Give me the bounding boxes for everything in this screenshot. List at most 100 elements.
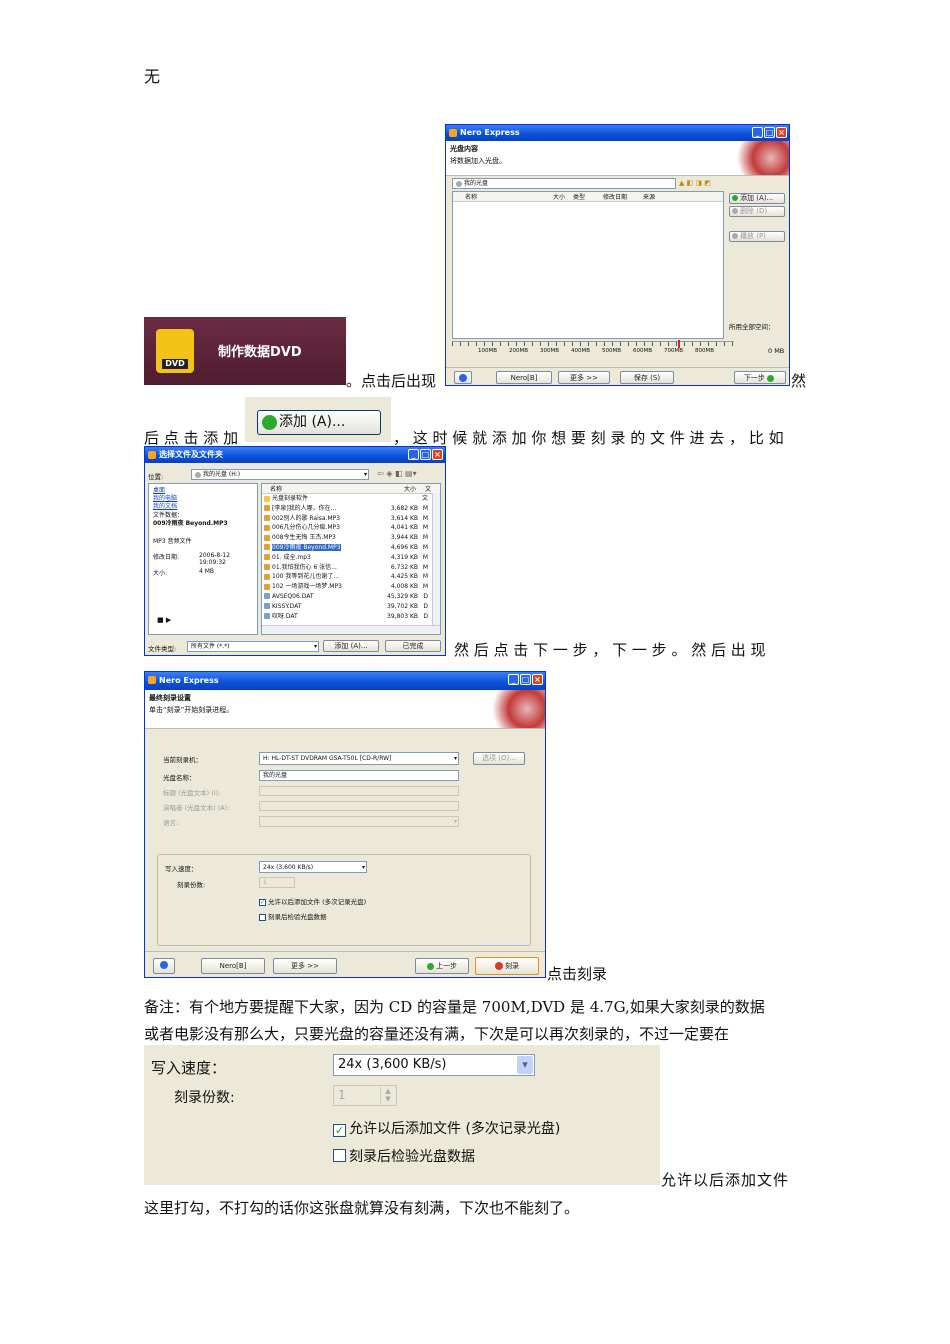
add-button-zoom[interactable]: 添加 (A)... [257,410,381,435]
dialog-add-button[interactable]: 添加 (A)... [323,640,379,652]
list-item[interactable]: 009冷雨夜 Beyond.MP3 4,696 KB M [264,543,430,553]
modified-date: 2006-8-12 [199,552,231,559]
copies-stepper[interactable]: 1 [259,877,295,888]
audio-file-icon [264,505,270,512]
h-scrollbar[interactable] [262,625,440,634]
play-controls[interactable]: ■ ▶ [157,616,171,624]
list-item[interactable]: 100 我等到花儿也谢了... 4,425 KB M [264,572,430,582]
list-item[interactable]: 002别人的歌 Raisa.MP3 3,614 KB M [264,514,430,524]
more-button[interactable]: 更多 >> [273,958,337,974]
maximize-button[interactable]: □ [520,674,531,685]
make-data-dvd-banner[interactable]: DVD 制作数据DVD [144,317,346,385]
col-size[interactable]: 大小 [404,484,416,493]
more-button[interactable]: 更多 >> [558,371,610,384]
file-type: D [423,592,428,600]
col-name[interactable]: 名称 [465,192,477,201]
file-name: 006几分伤心几分痴.MP3 [272,524,340,532]
col-modified[interactable]: 修改日期 [603,192,627,201]
disc-name-input[interactable]: 我的光盘 [259,770,459,781]
next-button[interactable]: 下一步 [734,371,786,384]
nero-button[interactable]: Nero[B] [201,958,265,974]
list-item[interactable]: 叹呀.DAT 39,803 KB D [264,612,430,622]
col-source[interactable]: 来源 [643,192,655,201]
dialog-done-button[interactable]: 已完成 [385,640,441,652]
file-size: 3,944 KB [390,534,418,542]
filetype-combo[interactable]: 所有文件 (*.*) ▾ [187,641,319,652]
allow-add-later-checkbox[interactable]: ✓ 允许以后添加文件 (多次记录光盘) [259,896,366,906]
options-button[interactable]: 选项 (O)... [473,752,525,765]
verify-after-burn-checkbox[interactable]: 刻录后检验光盘数据 [259,911,327,921]
list-item[interactable]: 102 一场游戏一场梦.MP3 4,008 KB M [264,582,430,592]
zoom-copies-stepper[interactable]: 1 ▲ ▼ [333,1085,397,1106]
help-button[interactable] [454,371,472,384]
title-input[interactable] [259,786,459,796]
disc-toolbar-icons[interactable]: ▲ ◧ ◨ ◩ [679,179,711,187]
close-button[interactable]: × [532,674,543,685]
language-label: 语言: [163,819,179,827]
list-item[interactable]: 006几分伤心几分痴.MP3 4,041 KB M [264,523,430,533]
zoom-verify-checkbox[interactable]: 刻录后检验光盘数据 [333,1146,475,1166]
write-speed-combo[interactable]: 24x (3,600 KB/s) ▾ [259,861,367,873]
artist-input[interactable] [259,801,459,811]
recorder-combo[interactable]: H: HL-DT-ST DVDRAM GSA-T50L [CD-R/RW] ▾ [259,752,459,765]
link-my-computer[interactable]: 我的电脑 [153,495,177,503]
list-item[interactable]: [李泉]我的人哪，你在... 3,682 KB M [264,504,430,514]
list-item[interactable]: 008今生无悔 王杰.MP3 3,944 KB M [264,533,430,543]
filetype-label: 文件类型: [148,645,177,653]
file-list[interactable]: 名称 大小 类型 修改日期 来源 [452,191,724,339]
play-button[interactable]: 播放 (P) [729,231,785,242]
video-file-icon [264,603,270,610]
file-list[interactable]: 名称 大小 文 光盘刻录软件文 [李泉]我的人哪，你在... 3,682 KB M 00… [261,483,441,635]
add-icon [732,195,738,201]
close-button[interactable]: × [432,449,443,460]
zoom-write-speed-label: 写入速度： [151,1059,227,1077]
list-item[interactable]: 光盘刻录软件 文 [264,494,430,504]
maximize-button[interactable]: □ [764,127,775,138]
col-size[interactable]: 大小 [553,192,565,201]
file-data-label: 文件数据： [153,512,184,519]
add-button[interactable]: 添加 (A)... [729,193,785,204]
list-item[interactable]: 01.我怕我伤心 6 张信... 6,732 KB M [264,563,430,573]
audio-file-icon [264,583,270,590]
col-type[interactable]: 类型 [573,192,585,201]
disc-name-field[interactable]: 我的光盘 [452,178,676,189]
burn-button[interactable]: 刻录 [475,957,539,975]
maximize-button[interactable]: □ [420,449,431,460]
help-button[interactable] [153,958,175,974]
minimize-button[interactable]: _ [752,127,763,138]
list-item[interactable]: AVSEQ06.DAT 45,329 KB D [264,592,430,602]
burn-options-zoom: 写入速度： 24x (3,600 KB/s) ▾ 刻录份数: 1 ▲ ▼ ✓ 允许以… [144,1045,660,1185]
minimize-button[interactable]: _ [508,674,519,685]
doc-text-after-nero1: 然 [791,372,807,390]
zoom-write-speed-combo[interactable]: 24x (3,600 KB/s) ▾ [333,1054,535,1076]
doc-text-top: 无 [144,67,161,86]
list-item[interactable]: 01. 成全.mp3 4,319 KB M [264,553,430,563]
artist-label: 演唱者 (光盘文本) (A): [163,804,230,812]
file-name: 光盘刻录软件 [272,495,309,502]
minimize-button[interactable]: _ [408,449,419,460]
total-space-label: 所用全部空间： [729,323,775,331]
doc-last-line: 这里打勾，不打勾的话你这张盘就算没有刻满，下次也不能刻了。 [144,1199,580,1217]
location-combo[interactable]: 我的光盘 (H:) ▾ [191,469,369,480]
col-name[interactable]: 名称 [270,484,282,493]
col-type[interactable]: 文 [425,484,431,493]
size-value: 4 MB [199,568,215,575]
link-my-documents[interactable]: 我的文档 [153,503,177,511]
nero-button[interactable]: Nero[B] [496,371,552,384]
close-button[interactable]: × [776,127,787,138]
file-size: 6,732 KB [390,563,418,571]
save-button[interactable]: 保存 (S) [620,371,674,384]
add-button-zoom-frame: 添加 (A)... [245,397,391,442]
zoom-allow-add-later-checkbox[interactable]: ✓ 允许以后添加文件 (多次记录光盘) [333,1118,560,1138]
back-button[interactable]: 上一步 [415,958,469,974]
language-combo[interactable]: ▾ [259,816,459,827]
list-item[interactable]: KISSY.DAT 39,702 KB D [264,602,430,612]
doc-text-after-zoom: 允许以后添加文件 [661,1171,790,1189]
file-name: 叹呀.DAT [272,612,298,620]
delete-icon [732,208,738,214]
delete-button[interactable]: 删除 (D) [729,206,785,217]
location-toolbar-icons[interactable]: ⇦ ◈ ◧ ▤▾ [377,469,417,478]
file-type: M [422,563,428,571]
link-desktop[interactable]: 桌面 [153,487,177,495]
scrollbar[interactable] [432,493,440,625]
